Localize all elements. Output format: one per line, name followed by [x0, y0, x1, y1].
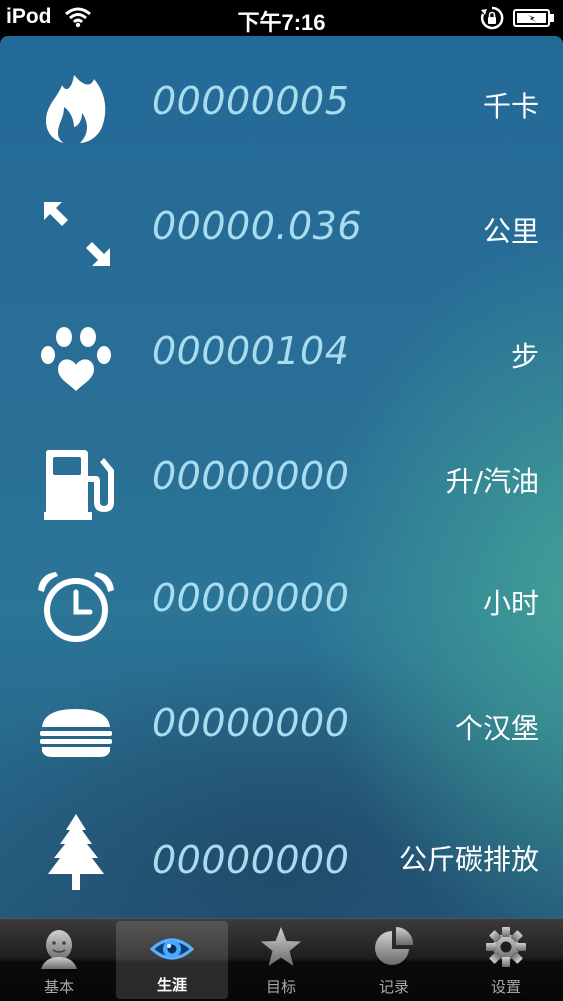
stat-row-gasoline: 00000000 升/汽油	[0, 424, 563, 544]
stat-row-distance: 00000.036 公里	[0, 174, 563, 294]
hamburger-icon	[36, 693, 116, 769]
star-icon	[259, 925, 303, 969]
stat-unit: 个汉堡	[454, 712, 539, 745]
tab-career[interactable]: 生涯	[116, 921, 228, 999]
gear-icon	[484, 925, 528, 969]
gas-pump-icon	[36, 446, 116, 522]
stat-value: 00000000	[152, 701, 350, 745]
status-bar: iPod 下午7:16	[0, 0, 563, 36]
rotation-lock-icon	[480, 6, 504, 30]
stat-row-calories: 00000005 千卡	[0, 49, 563, 169]
distance-arrows-icon	[36, 196, 116, 272]
stat-value: 00000000	[152, 454, 350, 498]
profile-face-icon	[37, 925, 81, 969]
stat-row-hamburgers: 00000000 个汉堡	[0, 671, 563, 791]
alarm-clock-icon	[36, 568, 116, 644]
tree-icon	[36, 812, 116, 896]
stat-unit: 公斤碳排放	[398, 843, 539, 876]
battery-icon	[513, 9, 555, 27]
pie-chart-icon	[372, 925, 416, 969]
stat-value: 00000005	[152, 79, 350, 123]
stat-value: 00000104	[152, 329, 350, 373]
tab-settings[interactable]: 设置	[450, 919, 562, 1001]
stat-value: 00000000	[152, 838, 350, 882]
stat-unit: 升/汽油	[445, 465, 539, 498]
lifetime-stats-panel: 00000005 千卡 00000.036 公里 00000104 步 0000…	[0, 36, 563, 918]
tab-bar: 基本 生涯 目标 记录 设置	[0, 918, 563, 1001]
tab-basic[interactable]: 基本	[3, 919, 115, 1001]
tab-label: 记录	[378, 978, 409, 996]
tab-label: 基本	[43, 978, 74, 996]
status-time: 下午7:16	[237, 10, 326, 35]
eye-icon	[149, 927, 195, 971]
tab-goals[interactable]: 目标	[225, 919, 337, 1001]
tab-label: 生涯	[156, 976, 187, 994]
stat-unit: 公里	[482, 215, 539, 248]
tab-records[interactable]: 记录	[338, 919, 450, 1001]
tab-label: 目标	[265, 978, 296, 996]
paw-icon	[36, 321, 116, 397]
stat-row-hours: 00000000 小时	[0, 546, 563, 666]
stat-value: 00000000	[152, 576, 350, 620]
stat-unit: 步	[510, 340, 539, 373]
flame-icon	[36, 71, 116, 147]
stat-row-carbon: 00000000 公斤碳排放	[0, 798, 563, 918]
stat-value: 00000.036	[152, 204, 362, 248]
stat-unit: 小时	[482, 587, 539, 620]
stat-row-steps: 00000104 步	[0, 299, 563, 419]
tab-label: 设置	[490, 978, 521, 996]
stat-unit: 千卡	[482, 90, 539, 123]
